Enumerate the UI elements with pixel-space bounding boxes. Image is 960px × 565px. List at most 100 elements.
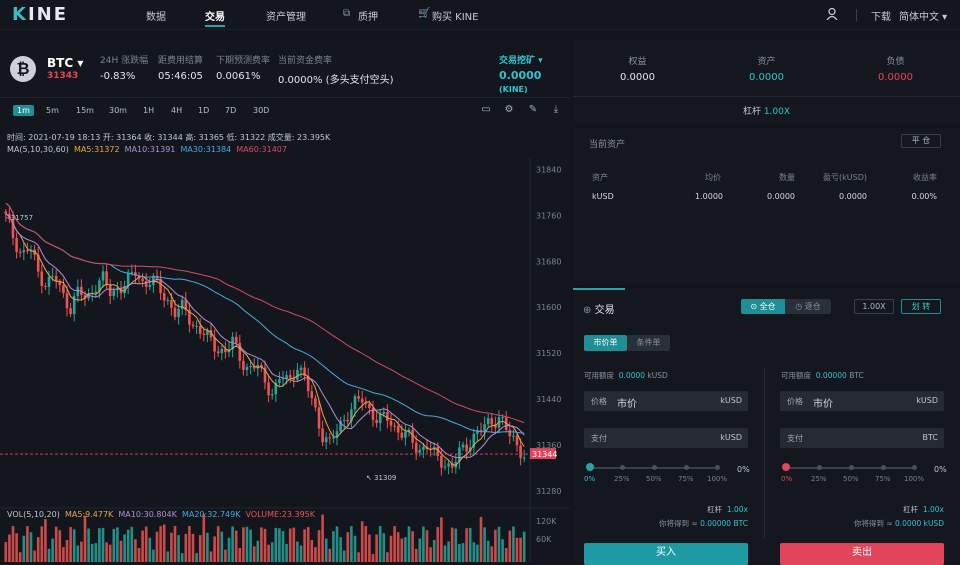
sell-pay-input[interactable]: 支付 BTC (780, 428, 944, 448)
ohlc-info: 时间: 2021-07-19 18:13 开: 31364 收: 31344 高… (7, 133, 331, 142)
sell-slider-handle[interactable] (782, 463, 790, 471)
row-yield: 0.00% (911, 192, 937, 201)
tf-1m[interactable]: 1m (13, 105, 34, 116)
candle-body (490, 418, 494, 425)
transfer-button[interactable]: 划 转 (901, 299, 941, 314)
volume-bar (494, 529, 497, 562)
volume-bar (393, 526, 396, 562)
symbol-select[interactable]: BTC ▾ (47, 56, 83, 70)
volume-bar (267, 544, 270, 562)
trade-tab-indicator (573, 288, 625, 290)
buy-price-input[interactable]: 价格 市价 kUSD (584, 391, 748, 411)
market-order-tab[interactable]: 市价单 (584, 335, 627, 351)
buy-slider-handle[interactable] (586, 463, 594, 471)
buy-step-25[interactable] (620, 465, 625, 470)
candle-body (285, 375, 288, 379)
account-panel: 权益 0.0000 资产 0.0000 负债 0.0000 杠杆 1.00X 当… (573, 40, 960, 282)
buy-pay-input[interactable]: 支付 kUSD (584, 428, 748, 448)
buy-step-100[interactable] (715, 465, 720, 470)
trade-tab[interactable]: ⊕ 交易 (583, 301, 615, 316)
volume-bar (418, 538, 422, 562)
tf-30m[interactable]: 30m (109, 106, 127, 115)
kine-logo[interactable]: KINE (12, 4, 68, 25)
volume-bar (170, 532, 173, 562)
low-mark: ↖ 31309 (366, 474, 396, 482)
tf-7d[interactable]: 7D (225, 106, 236, 115)
nav-assets[interactable]: 资产管理 (266, 8, 306, 23)
volume-bar (306, 527, 310, 562)
sell-step-25[interactable] (817, 465, 822, 470)
price-tick-label: 31520 (536, 349, 561, 358)
volume-bar (476, 544, 479, 562)
volume-bar (299, 545, 303, 562)
tf-4h[interactable]: 4H (171, 106, 182, 115)
mining-dropdown[interactable]: 交易挖矿 ▾ (499, 53, 543, 66)
tf-1d[interactable]: 1D (198, 106, 209, 115)
row-avg-price: 1.0000 (695, 192, 723, 201)
volume-bar (292, 527, 296, 562)
volume-bar (346, 532, 350, 562)
isolated-margin-button[interactable]: ◷ 逐仓 (785, 299, 831, 314)
candle-body (461, 444, 465, 448)
chart-type-icon[interactable]: ▭ (480, 104, 492, 116)
summary-equity: 权益 0.0000 (620, 57, 655, 83)
volume-bar (378, 526, 382, 562)
indicator-icon[interactable]: ✎ (527, 104, 539, 116)
volume-bar (191, 533, 195, 562)
sell-price-input[interactable]: 价格 市价 kUSD (780, 391, 944, 411)
tf-15m[interactable]: 15m (76, 106, 94, 115)
candle-body (346, 419, 350, 422)
language-select[interactable]: 简体中文 ▾ (899, 8, 947, 23)
volume-bar (296, 541, 299, 562)
limit-order-tab[interactable]: 条件单 (627, 335, 670, 351)
volume-bar (11, 526, 15, 562)
candle-body (112, 290, 116, 297)
volume-bar (47, 548, 51, 562)
volume-bar (112, 528, 116, 562)
candle-body (26, 250, 29, 252)
col-asset: 资产 (592, 173, 608, 182)
volume-bar (512, 526, 515, 562)
candle-body (62, 285, 65, 294)
volume-bar (242, 527, 245, 562)
volume-bar (458, 543, 461, 562)
volume-bar (15, 533, 18, 562)
divider (573, 124, 960, 128)
divider (0, 97, 570, 98)
tf-1h[interactable]: 1H (143, 106, 154, 115)
nav-download[interactable]: 下载 (871, 8, 891, 23)
volume-bar (382, 533, 386, 562)
candle-body (213, 337, 216, 352)
volume-bar (252, 546, 256, 562)
nav-stake[interactable]: 质押 (358, 8, 378, 23)
volume-bar (375, 534, 378, 562)
sell-step-100[interactable] (912, 465, 917, 470)
volume-bar (472, 542, 476, 562)
volume-bar (227, 537, 231, 562)
candle-body (512, 435, 515, 437)
download-icon[interactable]: ⤓ (550, 104, 562, 116)
candlestick-chart[interactable]: 3184031760316803160031520314403136031280… (0, 158, 570, 562)
volume-bar (58, 530, 62, 562)
settings-icon[interactable]: ⚙ (503, 104, 515, 116)
sell-step-50[interactable] (849, 465, 854, 470)
candle-body (44, 285, 47, 287)
sell-step-75[interactable] (881, 465, 886, 470)
tf-30d[interactable]: 30D (253, 106, 269, 115)
buy-step-75[interactable] (684, 465, 689, 470)
close-position-button[interactable]: 平 仓 (901, 134, 941, 148)
volume-bar (180, 553, 184, 562)
leverage-button[interactable]: 1.00X (854, 299, 894, 314)
nav-data[interactable]: 数据 (146, 8, 166, 23)
user-icon[interactable] (826, 8, 838, 20)
volume-bar (216, 526, 220, 562)
buy-leverage: 杠杆 1.00x (707, 505, 748, 514)
volume-bar (519, 537, 522, 562)
buy-step-50[interactable] (652, 465, 657, 470)
tf-5m[interactable]: 5m (46, 106, 59, 115)
volume-bar (101, 527, 105, 562)
candle-body (400, 432, 404, 438)
nav-trade[interactable]: 交易 (205, 8, 225, 27)
cross-margin-button[interactable]: ⊙ 全仓 (741, 299, 785, 314)
nav-buy-kine[interactable]: 购买 KINE (432, 8, 478, 23)
